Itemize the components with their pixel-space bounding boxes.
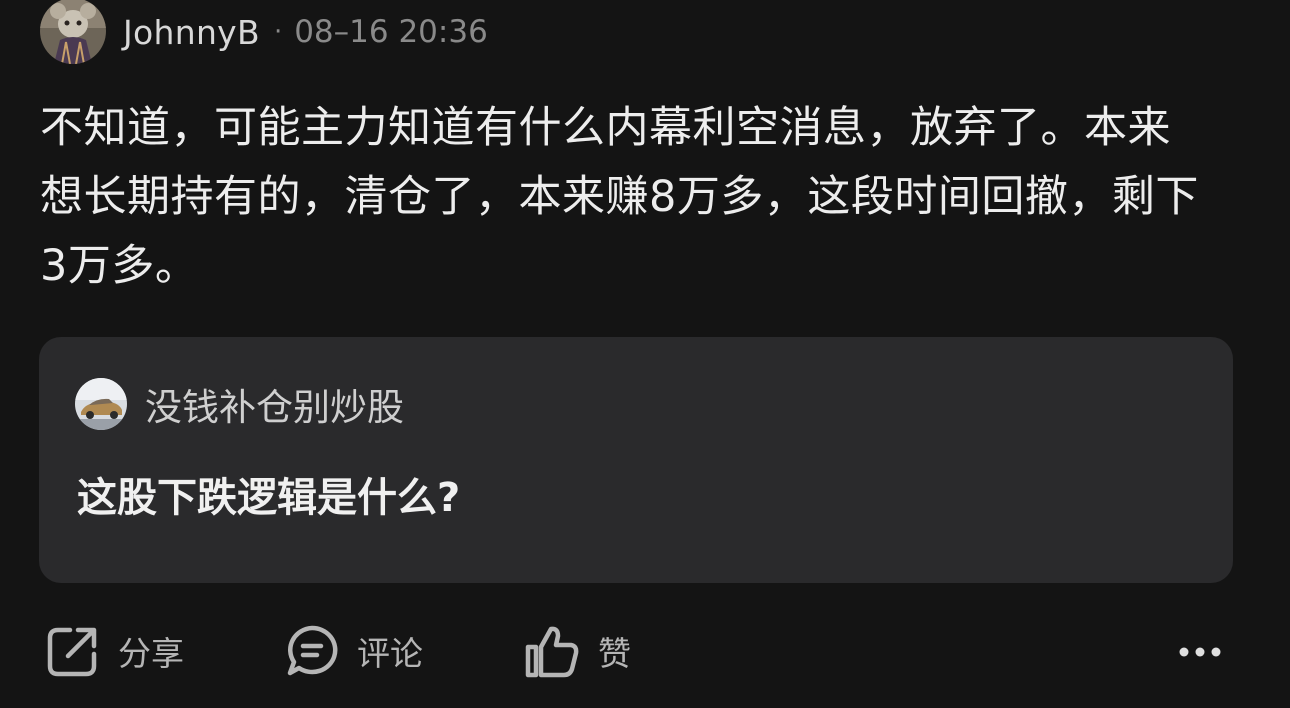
like-label: 赞 bbox=[598, 634, 631, 673]
quoted-post-text: 这股下跌逻辑是什么? bbox=[77, 475, 461, 521]
separator-dot: · bbox=[273, 17, 283, 47]
share-button[interactable]: 分享 bbox=[46, 622, 184, 680]
author-avatar[interactable] bbox=[40, 0, 106, 64]
quoted-author-name[interactable]: 没钱补仓别炒股 bbox=[145, 377, 404, 431]
comment-icon bbox=[285, 624, 339, 678]
post-header: JohnnyB · 08–16 20:36 bbox=[40, 0, 488, 64]
comment-label: 评论 bbox=[357, 634, 423, 673]
post-body-text: 不知道，可能主力知道有什么内幕利空消息，放弃了。本来想长期持有的，清仓了，本来赚… bbox=[40, 103, 1199, 291]
post-card: JohnnyB · 08–16 20:36 不知道，可能主力知道有什么内幕利空消… bbox=[0, 0, 1290, 708]
comment-button[interactable]: 评论 bbox=[285, 622, 423, 680]
author-name[interactable]: JohnnyB bbox=[123, 13, 260, 52]
quoted-post-header: 没钱补仓别炒股 bbox=[75, 377, 404, 431]
more-options-button[interactable] bbox=[1176, 640, 1224, 664]
post-timestamp: 08–16 20:36 bbox=[294, 14, 488, 50]
thumbs-up-icon bbox=[524, 623, 580, 679]
quoted-author-avatar[interactable] bbox=[75, 378, 127, 430]
more-icon bbox=[1179, 647, 1221, 657]
share-icon bbox=[46, 624, 100, 678]
share-label: 分享 bbox=[118, 634, 184, 673]
like-button[interactable]: 赞 bbox=[524, 622, 631, 680]
quoted-post-card[interactable]: 没钱补仓别炒股 这股下跌逻辑是什么? bbox=[39, 337, 1233, 583]
